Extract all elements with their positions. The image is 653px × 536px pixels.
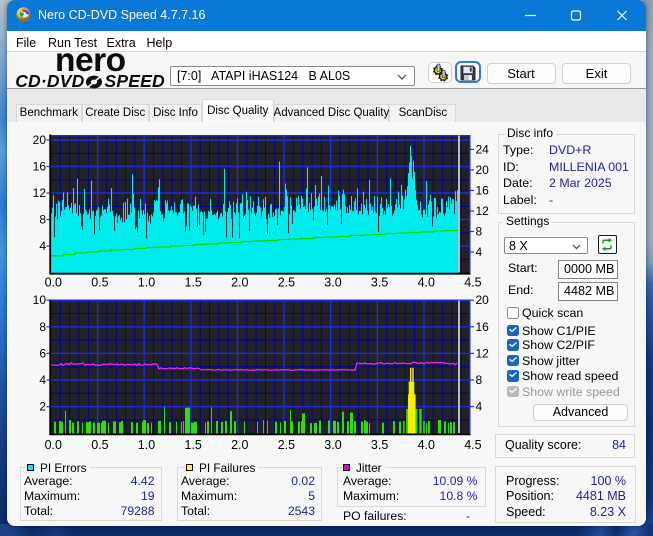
svg-text:4.0: 4.0 xyxy=(418,438,435,452)
svg-text:8: 8 xyxy=(476,373,483,387)
svg-text:6: 6 xyxy=(39,346,46,360)
svg-text:3.0: 3.0 xyxy=(324,276,341,290)
svg-text:3.5: 3.5 xyxy=(371,438,388,452)
svg-text:2: 2 xyxy=(39,400,46,414)
svg-text:16: 16 xyxy=(476,183,490,197)
svg-text:10: 10 xyxy=(33,293,47,307)
svg-text:8: 8 xyxy=(476,225,483,239)
svg-text:0.5: 0.5 xyxy=(91,438,108,452)
svg-text:0.0: 0.0 xyxy=(45,276,62,290)
svg-text:2.5: 2.5 xyxy=(278,438,295,452)
svg-text:24: 24 xyxy=(476,142,490,156)
svg-text:20: 20 xyxy=(476,163,490,177)
svg-text:8: 8 xyxy=(39,320,46,334)
svg-text:4: 4 xyxy=(476,245,483,259)
svg-text:4: 4 xyxy=(39,239,46,253)
svg-text:1.0: 1.0 xyxy=(138,276,155,290)
svg-text:20: 20 xyxy=(33,133,47,147)
svg-text:3.5: 3.5 xyxy=(371,276,388,290)
svg-text:16: 16 xyxy=(476,320,490,334)
svg-text:8: 8 xyxy=(39,213,46,227)
svg-text:4.0: 4.0 xyxy=(418,276,435,290)
svg-text:0.0: 0.0 xyxy=(45,438,62,452)
svg-text:1.5: 1.5 xyxy=(185,438,202,452)
svg-text:12: 12 xyxy=(476,204,490,218)
svg-text:3.0: 3.0 xyxy=(324,438,341,452)
svg-text:2.0: 2.0 xyxy=(231,438,248,452)
svg-text:1.5: 1.5 xyxy=(185,276,202,290)
svg-text:2.0: 2.0 xyxy=(231,276,248,290)
svg-text:4: 4 xyxy=(476,400,483,414)
svg-text:2.5: 2.5 xyxy=(278,276,295,290)
svg-text:16: 16 xyxy=(33,160,47,174)
svg-text:20: 20 xyxy=(476,293,490,307)
svg-text:1.0: 1.0 xyxy=(138,438,155,452)
svg-text:4.5: 4.5 xyxy=(464,276,481,290)
svg-text:4: 4 xyxy=(39,373,46,387)
svg-text:0.5: 0.5 xyxy=(91,276,108,290)
svg-text:12: 12 xyxy=(33,186,47,200)
svg-text:4.5: 4.5 xyxy=(464,438,481,452)
svg-text:12: 12 xyxy=(476,346,490,360)
